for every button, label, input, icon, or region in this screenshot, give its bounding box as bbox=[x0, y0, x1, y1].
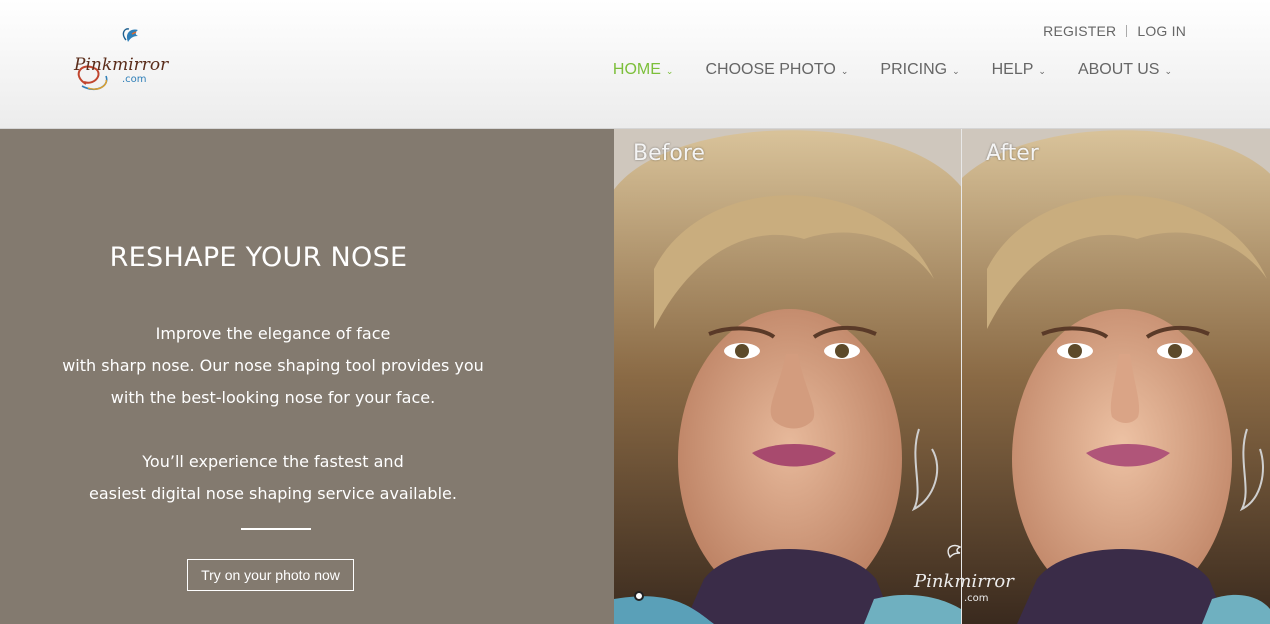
promo-line: easiest digital nose shaping service ava… bbox=[89, 484, 457, 503]
nav-item-label: HELP bbox=[991, 61, 1034, 78]
chevron-down-icon: ⌄ bbox=[1038, 65, 1046, 76]
register-link[interactable]: REGISTER bbox=[1043, 23, 1116, 39]
account-links: REGISTER LOG IN bbox=[1043, 23, 1186, 39]
promo-title: RESHAPE YOUR NOSE bbox=[109, 242, 408, 273]
slider-dot[interactable] bbox=[634, 591, 644, 601]
watermark-suffix: .com bbox=[964, 593, 989, 604]
nav-item-choose-photo[interactable]: CHOOSE PHOTO ⌄ bbox=[705, 61, 848, 79]
watermark-text: Pinkmirror bbox=[913, 571, 1015, 592]
promo-line: You’ll experience the fastest and bbox=[142, 452, 404, 471]
logo-text: Pinkmirror bbox=[73, 55, 169, 75]
promo-paragraph-1: Improve the elegance of face with sharp … bbox=[0, 318, 546, 414]
nav-item-about-us[interactable]: ABOUT US ⌄ bbox=[1078, 61, 1172, 79]
pinkmirror-logo[interactable]: Pinkmirror .com bbox=[66, 26, 196, 98]
watermark-logo: Pinkmirror .com bbox=[910, 543, 1040, 613]
chevron-down-icon: ⌄ bbox=[665, 65, 674, 76]
promo-panel: RESHAPE YOUR NOSE Improve the elegance o… bbox=[0, 129, 614, 624]
main-nav: HOME ⌄ CHOOSE PHOTO ⌄ PRICING ⌄ HELP ⌄ A… bbox=[613, 61, 1172, 79]
before-photo: Before bbox=[614, 129, 961, 624]
site-header: Pinkmirror .com REGISTER LOG IN HOME ⌄ C… bbox=[0, 0, 1270, 129]
chevron-down-icon: ⌄ bbox=[1164, 65, 1172, 76]
promo-divider bbox=[241, 528, 311, 530]
nav-item-help[interactable]: HELP ⌄ bbox=[992, 61, 1046, 79]
try-on-photo-button[interactable]: Try on your photo now bbox=[187, 559, 354, 591]
nav-item-label: PRICING bbox=[880, 61, 948, 78]
nav-item-home[interactable]: HOME ⌄ bbox=[613, 61, 674, 79]
before-label: Before bbox=[633, 141, 705, 166]
chevron-down-icon: ⌄ bbox=[840, 65, 849, 76]
nav-item-label: CHOOSE PHOTO bbox=[705, 61, 836, 78]
promo-line: Improve the elegance of face bbox=[155, 324, 391, 343]
logo-suffix: .com bbox=[122, 74, 147, 85]
nav-item-label: HOME bbox=[612, 61, 661, 78]
chevron-down-icon: ⌄ bbox=[952, 65, 960, 76]
promo-line: with sharp nose. Our nose shaping tool p… bbox=[62, 356, 484, 375]
promo-copy: Improve the elegance of face with sharp … bbox=[0, 318, 546, 510]
after-label: After bbox=[986, 141, 1039, 166]
nav-item-label: ABOUT US bbox=[1077, 61, 1160, 78]
before-after-slider: Before After Pinkmirror .com bbox=[614, 129, 1270, 624]
account-divider bbox=[1126, 25, 1128, 37]
login-link[interactable]: LOG IN bbox=[1137, 23, 1186, 39]
promo-paragraph-2: You’ll experience the fastest and easies… bbox=[0, 446, 546, 510]
promo-line: with the best-looking nose for your face… bbox=[110, 388, 436, 407]
nav-item-pricing[interactable]: PRICING ⌄ bbox=[880, 61, 959, 79]
